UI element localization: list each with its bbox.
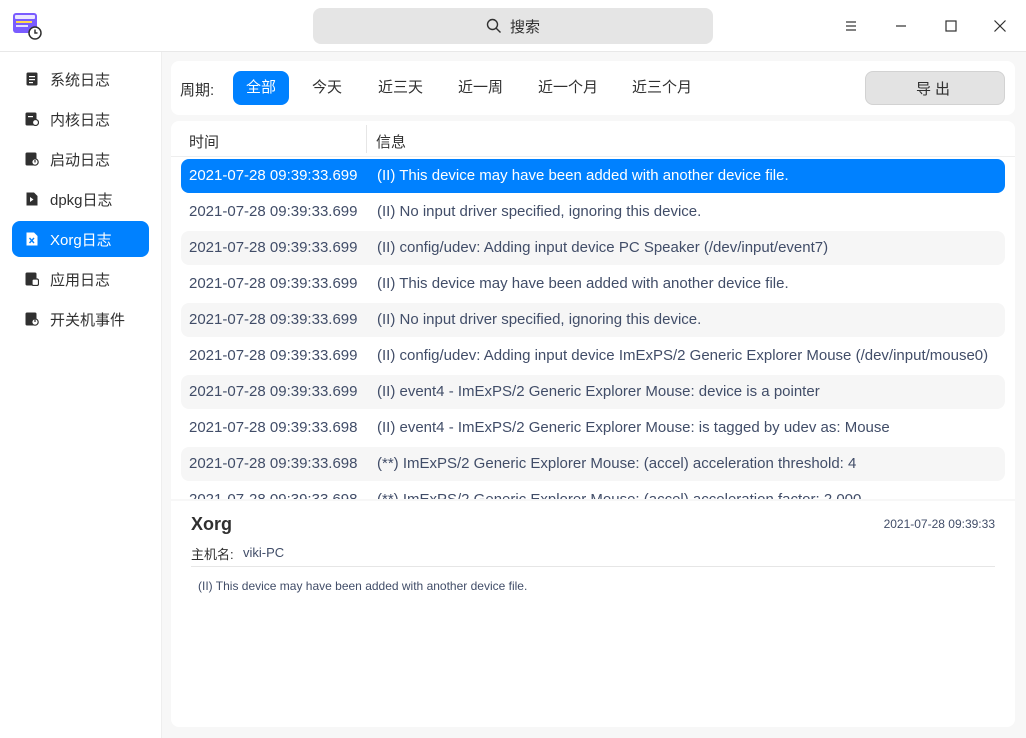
sidebar-item-label: 应用日志 xyxy=(50,271,111,289)
cell-info: (II) No input driver specified, ignoring… xyxy=(377,203,702,220)
period-3months-button[interactable]: 近三个月 xyxy=(619,71,705,105)
period-1month-button[interactable]: 近一个月 xyxy=(525,71,611,105)
table-row[interactable]: 2021-07-28 09:39:33.698 (II) event4 - Im… xyxy=(181,411,1005,445)
dpkg-log-icon xyxy=(24,191,40,207)
cell-info: (II) This device may have been added wit… xyxy=(377,275,789,292)
close-icon xyxy=(994,20,1006,32)
sidebar-item-label: 启动日志 xyxy=(50,151,111,169)
power-event-icon xyxy=(24,311,40,327)
minimize-button[interactable] xyxy=(883,8,919,44)
title-bar: 搜索 xyxy=(0,0,1026,52)
period-3days-button[interactable]: 近三天 xyxy=(365,71,436,105)
minimize-icon xyxy=(896,25,906,27)
table-body: 2021-07-28 09:39:33.699 (II) This device… xyxy=(181,159,1005,499)
table-row[interactable]: 2021-07-28 09:39:33.699 (II) No input dr… xyxy=(181,195,1005,229)
cell-time: 2021-07-28 09:39:33.699 xyxy=(189,275,358,292)
detail-panel: Xorg 2021-07-28 09:39:33 主机名: viki-PC (I… xyxy=(171,501,1015,727)
sidebar-item-app-log[interactable]: 应用日志 xyxy=(12,261,149,297)
search-icon xyxy=(486,18,501,33)
column-header-info[interactable]: 信息 xyxy=(376,131,406,152)
table-row[interactable]: 2021-07-28 09:39:33.698 (**) ImExPS/2 Ge… xyxy=(181,483,1005,499)
cell-time: 2021-07-28 09:39:33.699 xyxy=(189,167,358,184)
cell-info: (**) ImExPS/2 Generic Explorer Mouse: (a… xyxy=(377,455,857,472)
xorg-log-icon xyxy=(24,231,40,247)
detail-host-label: 主机名: xyxy=(191,547,234,562)
sidebar-item-label: 开关机事件 xyxy=(50,311,126,329)
table-header: 时间 信息 xyxy=(171,121,1015,157)
menu-button[interactable] xyxy=(833,8,869,44)
cell-time: 2021-07-28 09:39:33.699 xyxy=(189,347,358,364)
cell-info: (II) config/udev: Adding input device Im… xyxy=(377,347,989,364)
cell-time: 2021-07-28 09:39:33.699 xyxy=(189,203,358,220)
sidebar-item-kernel-log[interactable]: 内核日志 xyxy=(12,101,149,137)
table-row[interactable]: 2021-07-28 09:39:33.699 (II) No input dr… xyxy=(181,303,1005,337)
period-all-button[interactable]: 全部 xyxy=(233,71,290,105)
column-divider[interactable] xyxy=(366,125,367,153)
maximize-button[interactable] xyxy=(933,8,969,44)
system-log-icon xyxy=(24,71,40,87)
cell-time: 2021-07-28 09:39:33.699 xyxy=(189,239,358,256)
cell-info: (II) config/udev: Adding input device PC… xyxy=(377,239,829,256)
period-toolbar: 周期: 全部 今天 近三天 近一周 近一个月 近三个月 导出 xyxy=(171,61,1015,115)
cell-time: 2021-07-28 09:39:33.698 xyxy=(189,455,358,472)
cell-time: 2021-07-28 09:39:33.698 xyxy=(189,419,358,436)
period-today-button[interactable]: 今天 xyxy=(299,71,355,105)
cell-info: (**) ImExPS/2 Generic Explorer Mouse: (a… xyxy=(377,491,861,499)
app-logo-icon[interactable] xyxy=(12,12,42,40)
period-1week-button[interactable]: 近一周 xyxy=(445,71,516,105)
app-log-icon xyxy=(24,271,40,287)
cell-info: (II) This device may have been added wit… xyxy=(377,167,789,184)
detail-timestamp: 2021-07-28 09:39:33 xyxy=(883,517,995,531)
sidebar-item-label: 系统日志 xyxy=(50,71,111,89)
table-row[interactable]: 2021-07-28 09:39:33.698 (**) ImExPS/2 Ge… xyxy=(181,447,1005,481)
search-placeholder: 搜索 xyxy=(509,18,540,36)
table-row[interactable]: 2021-07-28 09:39:33.699 (II) event4 - Im… xyxy=(181,375,1005,409)
period-label: 周期: xyxy=(180,82,215,99)
sidebar-item-power-events[interactable]: 开关机事件 xyxy=(12,301,149,337)
cell-time: 2021-07-28 09:39:33.699 xyxy=(189,311,358,328)
detail-divider xyxy=(191,566,995,567)
sidebar-item-label: 内核日志 xyxy=(50,111,111,129)
table-row[interactable]: 2021-07-28 09:39:33.699 (II) This device… xyxy=(181,267,1005,301)
detail-host: viki-PC xyxy=(243,545,285,560)
table-row[interactable]: 2021-07-28 09:39:33.699 (II) config/udev… xyxy=(181,231,1005,265)
cell-info: (II) event4 - ImExPS/2 Generic Explorer … xyxy=(377,419,890,436)
sidebar-item-system-log[interactable]: 系统日志 xyxy=(12,61,149,97)
sidebar-item-xorg-log[interactable]: Xorg日志 xyxy=(12,221,149,257)
close-button[interactable] xyxy=(982,8,1018,44)
export-button[interactable]: 导出 xyxy=(865,71,1005,105)
cell-info: (II) No input driver specified, ignoring… xyxy=(377,311,702,328)
table-row[interactable]: 2021-07-28 09:39:33.699 (II) This device… xyxy=(181,159,1005,193)
sidebar-item-dpkg-log[interactable]: dpkg日志 xyxy=(12,181,149,217)
cell-time: 2021-07-28 09:39:33.699 xyxy=(189,383,358,400)
sidebar: 系统日志 内核日志 启动日志 dpkg日志 Xorg日志 应用日志 开关机事件 xyxy=(0,52,162,738)
cell-time: 2021-07-28 09:39:33.698 xyxy=(189,491,357,499)
sidebar-item-label: Xorg日志 xyxy=(50,231,112,249)
sidebar-item-label: dpkg日志 xyxy=(50,191,113,209)
column-header-time[interactable]: 时间 xyxy=(189,131,219,152)
boot-log-icon xyxy=(24,151,40,167)
cell-info: (II) event4 - ImExPS/2 Generic Explorer … xyxy=(377,383,820,400)
detail-message[interactable]: (II) This device may have been added wit… xyxy=(198,579,527,593)
menu-icon xyxy=(846,21,856,31)
search-input[interactable]: 搜索 xyxy=(313,8,713,44)
detail-title: Xorg xyxy=(191,514,233,534)
sidebar-item-boot-log[interactable]: 启动日志 xyxy=(12,141,149,177)
kernel-log-icon xyxy=(24,111,40,127)
maximize-icon xyxy=(945,20,957,32)
table-row[interactable]: 2021-07-28 09:39:33.699 (II) config/udev… xyxy=(181,339,1005,373)
log-table: 时间 信息 2021-07-28 09:39:33.699 (II) This … xyxy=(171,121,1015,499)
